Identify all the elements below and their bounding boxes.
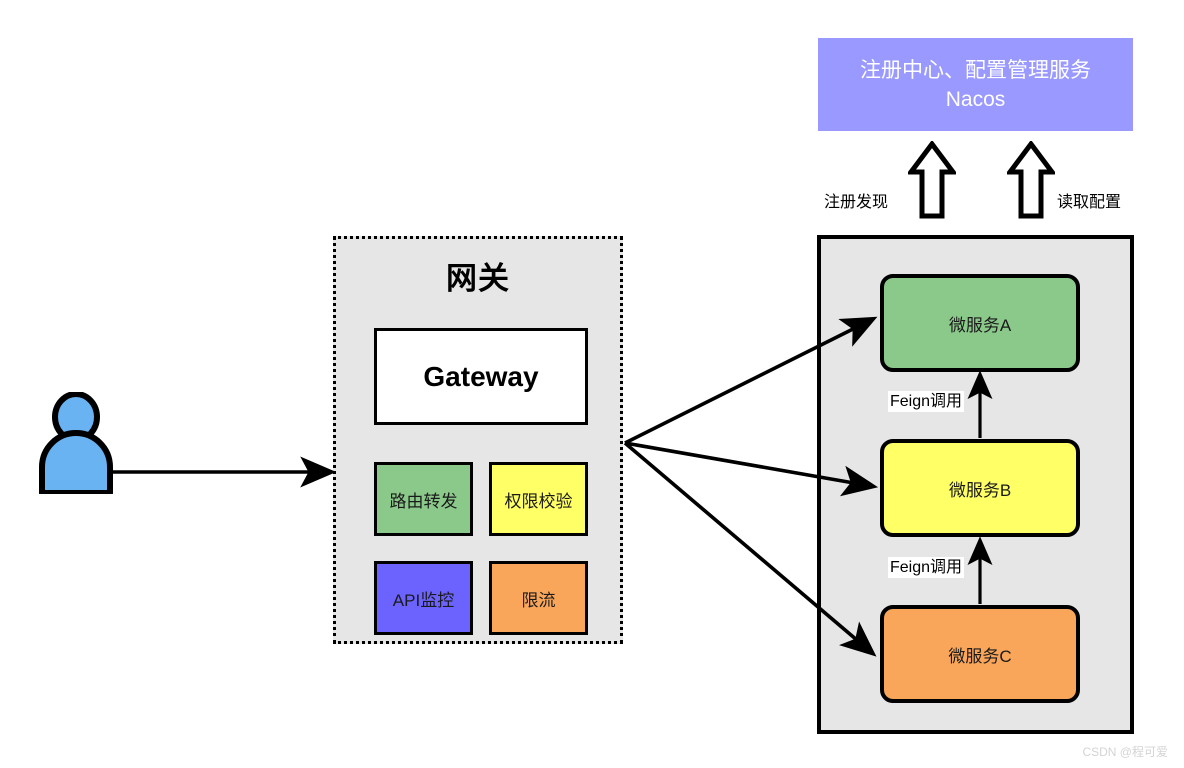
gateway-title: 网关 xyxy=(446,261,510,296)
gateway-feature-rate-limit: 限流 xyxy=(489,561,588,635)
gateway-feature-api-monitor: API监控 xyxy=(374,561,473,635)
gateway-feature-auth-check: 权限校验 xyxy=(489,462,588,536)
microservices-panel: 微服务A 微服务B 微服务C Feign调用 Feign调用 xyxy=(817,235,1134,734)
feign-call-label-b-to-a: Feign调用 xyxy=(888,391,965,412)
feign-arrow-layer xyxy=(967,370,993,604)
nacos-title-line2: Nacos xyxy=(945,87,1006,111)
nacos-title-line1: 注册中心、配置管理服务 xyxy=(860,58,1091,82)
gateway-feature-route-forward: 路由转发 xyxy=(374,462,473,536)
watermark: CSDN @程可爱 xyxy=(1082,745,1168,759)
diagram-canvas: 注册中心、配置管理服务 Nacos 注册发现 读取配置 网关 Gateway 路… xyxy=(0,0,1184,768)
read-config-block-arrow-icon xyxy=(1005,139,1057,219)
gateway-container: 网关 Gateway 路由转发 权限校验 API监控 限流 xyxy=(333,236,623,644)
gateway-main-box: Gateway xyxy=(374,328,588,425)
register-discovery-label: 注册发现 xyxy=(824,194,889,211)
register-discovery-block-arrow-icon xyxy=(906,139,958,219)
user-actor-icon xyxy=(36,391,116,496)
nacos-registry-box: 注册中心、配置管理服务 Nacos xyxy=(818,38,1133,131)
read-config-label: 读取配置 xyxy=(1057,194,1122,211)
feign-call-label-c-to-b: Feign调用 xyxy=(888,557,965,578)
